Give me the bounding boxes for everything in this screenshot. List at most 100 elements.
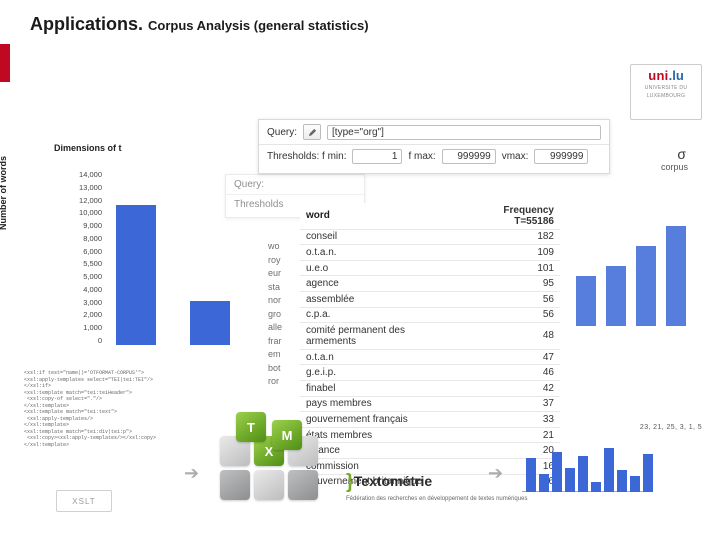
freq-cell: 95	[458, 276, 560, 292]
word-cell: o.t.a.n.	[300, 245, 458, 261]
pencil-icon	[308, 128, 317, 137]
word-cell: finabel	[300, 380, 458, 396]
query-input[interactable]: [type="org"]	[327, 125, 601, 140]
word-cell: c.p.a.	[300, 307, 458, 323]
word-column-peek: wo roy eur sta nor gro alle frar em bot …	[268, 240, 292, 389]
table-row[interactable]: états membres21	[300, 427, 560, 443]
ytick: 0	[98, 336, 102, 345]
textometrie-sub: Fédération des recherches en développeme…	[346, 496, 527, 502]
peek-item: ror	[268, 375, 292, 389]
accent-tab	[0, 44, 10, 82]
fmax-input[interactable]: 999999	[442, 149, 496, 164]
word-cell: o.t.a.n	[300, 349, 458, 365]
edit-query-button[interactable]	[303, 124, 321, 140]
bar	[116, 205, 156, 345]
cube-letter-t: T	[236, 412, 266, 442]
bar	[636, 246, 656, 326]
table-row[interactable]: agence95	[300, 276, 560, 292]
dimensions-title: Dimensions of t	[54, 143, 122, 153]
logo-line2: LUXEMBOURG	[635, 93, 697, 99]
sigma-symbol: σ	[677, 146, 686, 162]
col-freq[interactable]: Frequency T=55186	[458, 203, 560, 229]
bar	[606, 266, 626, 326]
word-cell: conseil	[300, 229, 458, 245]
freq-cell: 33	[458, 412, 560, 428]
freq-cell: 56	[458, 291, 560, 307]
cube-letter-m: M	[272, 420, 302, 450]
txm-cube-logo: X T M	[214, 424, 334, 516]
ytick: 1,000	[83, 323, 102, 332]
thresholds-label: Thresholds: f min:	[267, 151, 346, 162]
ytick: 4,000	[83, 285, 102, 294]
logo-text-lu: .lu	[669, 68, 684, 83]
back-bar-chart: Number of words 14,000 13,000 12,000 10,…	[110, 170, 280, 345]
logo-line1: UNIVERSITE DU	[635, 85, 697, 91]
bar	[630, 476, 640, 492]
bar	[617, 470, 627, 492]
word-cell: agence	[300, 276, 458, 292]
freq-cell: 42	[458, 380, 560, 396]
table-row[interactable]: g.e.i.p.46	[300, 365, 560, 381]
table-row[interactable]: finabel42	[300, 380, 560, 396]
arrow-icon: ➔	[184, 463, 199, 484]
peek-item: gro	[268, 308, 292, 322]
freq-cell: 48	[458, 323, 560, 350]
bar	[666, 226, 686, 326]
table-row[interactable]: c.p.a.56	[300, 307, 560, 323]
xml-snippet: <xsl:if test="name()='OTFORMAT-CORPUS'">…	[24, 370, 180, 468]
sequence-text: 23, 21, 25, 3, 1, 5	[640, 424, 702, 431]
table-row[interactable]: u.e.o101	[300, 260, 560, 276]
bar	[526, 458, 536, 492]
table-row[interactable]: assemblée56	[300, 291, 560, 307]
table-row[interactable]: comité permanent des armements48	[300, 323, 560, 350]
vmax-label: vmax:	[502, 151, 529, 162]
title-main: Applications.	[30, 14, 143, 34]
university-logo: uni.lu UNIVERSITE DU LUXEMBOURG	[630, 64, 702, 120]
table-row[interactable]: o.t.a.n.109	[300, 245, 560, 261]
bar	[539, 474, 549, 492]
vmax-input[interactable]: 999999	[534, 149, 588, 164]
fmax-label: f max:	[408, 151, 435, 162]
ytick: 5,000	[83, 272, 102, 281]
textometrie-name: Textométrie	[354, 473, 432, 489]
mini-bar-chart: 23, 21, 25, 3, 1, 5	[522, 434, 652, 504]
ytick: 2,000	[83, 310, 102, 319]
word-cell: u.e.o	[300, 260, 458, 276]
frequency-table: word Frequency T=55186 conseil182o.t.a.n…	[300, 203, 560, 489]
freq-cell: 47	[458, 349, 560, 365]
table-row[interactable]: conseil182	[300, 229, 560, 245]
peek-item: bot	[268, 362, 292, 376]
bar	[190, 301, 230, 345]
peek-item: alle	[268, 321, 292, 335]
table-row[interactable]: gouvernement français33	[300, 412, 560, 428]
peek-item: em	[268, 348, 292, 362]
freq-cell: 182	[458, 229, 560, 245]
y-axis-label: Number of words	[0, 155, 8, 229]
bar	[565, 468, 575, 492]
table-row[interactable]: pays membres37	[300, 396, 560, 412]
freq-cell: 46	[458, 365, 560, 381]
ytick: 9,000	[83, 221, 102, 230]
bar	[591, 482, 601, 492]
peek-item: roy	[268, 254, 292, 268]
ytick: 3,000	[83, 298, 102, 307]
page-title: Applications. Corpus Analysis (general s…	[30, 14, 369, 35]
freq-cell: 56	[458, 307, 560, 323]
bar	[578, 456, 588, 492]
bar	[576, 276, 596, 326]
right-bar-chart	[570, 188, 690, 326]
query-panel: Query: [type="org"] Thresholds: f min: 1…	[258, 119, 610, 174]
peek-item: sta	[268, 281, 292, 295]
table-row[interactable]: alliance20	[300, 443, 560, 459]
word-cell: pays membres	[300, 396, 458, 412]
bar	[643, 454, 653, 492]
fmin-input[interactable]: 1	[352, 149, 402, 164]
slide: Applications. Corpus Analysis (general s…	[0, 0, 720, 540]
peek-item: frar	[268, 335, 292, 349]
ytick: 12,000	[79, 196, 102, 205]
col-word[interactable]: word	[300, 203, 458, 229]
word-cell: assemblée	[300, 291, 458, 307]
peek-item: eur	[268, 267, 292, 281]
table-row[interactable]: o.t.a.n47	[300, 349, 560, 365]
bar	[604, 448, 614, 492]
